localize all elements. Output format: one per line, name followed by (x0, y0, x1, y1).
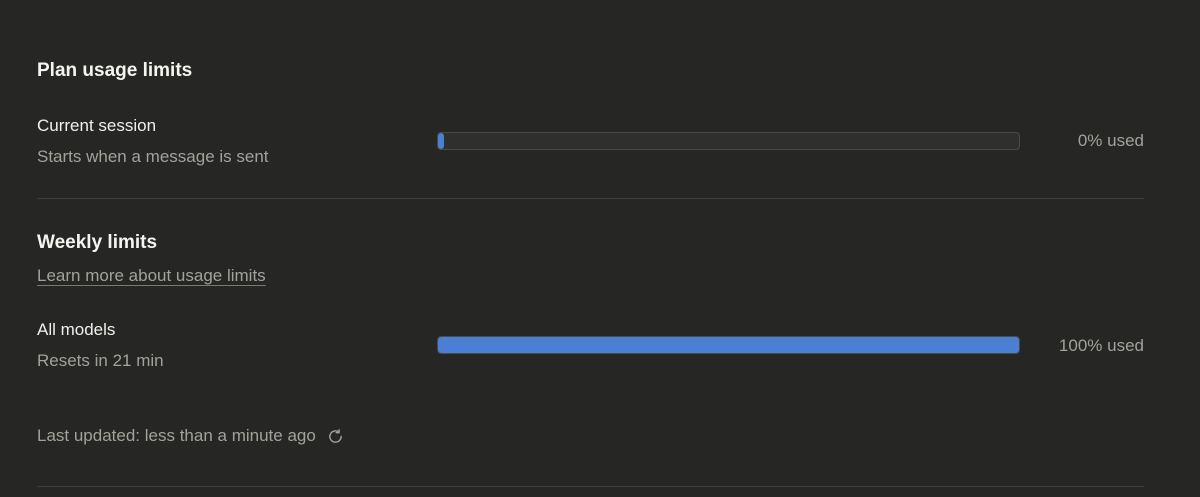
refresh-icon[interactable] (326, 426, 346, 446)
all-models-percent: 100% used (1058, 336, 1144, 355)
current-session-progress-fill (438, 133, 444, 149)
current-session-progress-bar (437, 132, 1020, 150)
last-updated-row: Last updated: less than a minute ago (37, 425, 346, 447)
plan-usage-title: Plan usage limits (37, 60, 193, 81)
current-session-label: Current session (37, 116, 157, 135)
all-models-label: All models (37, 320, 116, 339)
current-session-subtitle: Starts when a message is sent (37, 147, 269, 166)
last-updated-text: Last updated: less than a minute ago (37, 426, 316, 445)
all-models-progress-fill (438, 337, 1019, 353)
weekly-limits-title: Weekly limits (37, 232, 158, 253)
bottom-divider (37, 486, 1144, 487)
all-models-progress-bar (437, 336, 1020, 354)
section-divider (37, 198, 1144, 199)
all-models-subtitle: Resets in 21 min (37, 351, 164, 370)
usage-limits-panel: Plan usage limits Current session Starts… (37, 0, 1144, 497)
current-session-percent: 0% used (1077, 131, 1144, 150)
learn-more-link[interactable]: Learn more about usage limits (37, 265, 266, 287)
